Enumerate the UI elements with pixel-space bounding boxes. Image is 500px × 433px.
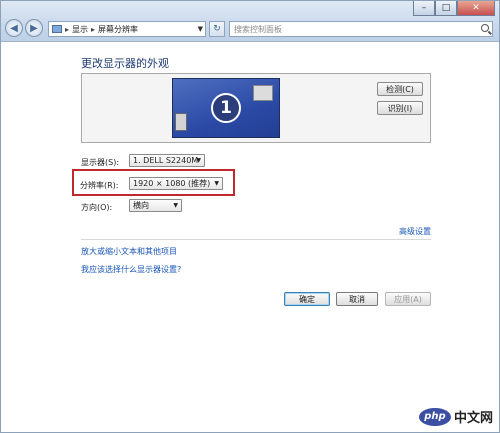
display-select[interactable]: 1. DELL S2240M ▼ [129, 154, 205, 167]
detect-button[interactable]: 检测(C) [377, 82, 423, 96]
navigation-bar: ◀ ▶ ▸ 显示 ▸ 屏幕分辨率 ▼ ↻ 搜索控制面板 [5, 19, 495, 39]
orientation-select-value: 横向 [133, 201, 149, 210]
chevron-down-icon[interactable]: ▼ [198, 25, 203, 33]
ok-button[interactable]: 确定 [284, 292, 330, 306]
address-bar[interactable]: ▸ 显示 ▸ 屏幕分辨率 ▼ [48, 21, 206, 37]
search-input[interactable]: 搜索控制面板 [229, 21, 493, 37]
forward-button[interactable]: ▶ [25, 19, 43, 37]
breadcrumb-screen-resolution[interactable]: 屏幕分辨率 [98, 24, 138, 35]
resolution-highlight-box [72, 169, 235, 196]
php-cn-watermark: php 中文网 [418, 407, 493, 426]
display-preview-panel: 1 检测(C) 识别(I) [81, 73, 431, 143]
orientation-label: 方向(O): [81, 203, 113, 212]
search-icon[interactable] [481, 24, 489, 32]
chevron-right-icon: ▸ [65, 24, 70, 34]
close-button[interactable]: ✕ [457, 1, 495, 16]
monitor-preview[interactable]: 1 [172, 78, 280, 138]
which-settings-link[interactable]: 我应该选择什么显示器设置? [81, 264, 181, 275]
divider [81, 239, 431, 240]
minimize-button[interactable]: – [413, 1, 435, 16]
monitor-thumbnail-icon [253, 85, 273, 101]
caption-buttons: – □ ✕ [413, 1, 495, 17]
chevron-right-icon: ▸ [91, 24, 96, 34]
screen-resolution-window: – □ ✕ ◀ ▶ ▸ 显示 ▸ 屏幕分辨率 ▼ ↻ 搜索控制面板 更改显示器的… [0, 0, 500, 433]
back-button[interactable]: ◀ [5, 19, 23, 37]
cancel-button[interactable]: 取消 [336, 292, 378, 306]
enlarge-text-link[interactable]: 放大或缩小文本和其他项目 [81, 246, 177, 257]
chevron-down-icon: ▼ [196, 157, 201, 164]
display-icon [52, 25, 62, 33]
advanced-settings-link[interactable]: 高级设置 [399, 226, 431, 237]
title-bar: – □ ✕ ◀ ▶ ▸ 显示 ▸ 屏幕分辨率 ▼ ↻ 搜索控制面板 [1, 1, 499, 42]
monitor-number-badge: 1 [211, 93, 241, 123]
apply-button[interactable]: 应用(A) [385, 292, 431, 306]
display-select-value: 1. DELL S2240M [133, 156, 199, 165]
php-logo: php [418, 407, 451, 426]
watermark-text: 中文网 [453, 411, 493, 426]
refresh-button[interactable]: ↻ [209, 21, 225, 37]
identify-button[interactable]: 识别(I) [377, 101, 423, 115]
maximize-button[interactable]: □ [435, 1, 457, 16]
search-placeholder: 搜索控制面板 [234, 24, 282, 34]
page-title: 更改显示器的外观 [81, 57, 169, 70]
breadcrumb-display[interactable]: 显示 [72, 24, 88, 35]
computer-tower-icon [175, 113, 187, 131]
chevron-down-icon: ▼ [173, 202, 178, 209]
display-label: 显示器(S): [81, 158, 120, 167]
orientation-select[interactable]: 横向 ▼ [129, 199, 182, 212]
